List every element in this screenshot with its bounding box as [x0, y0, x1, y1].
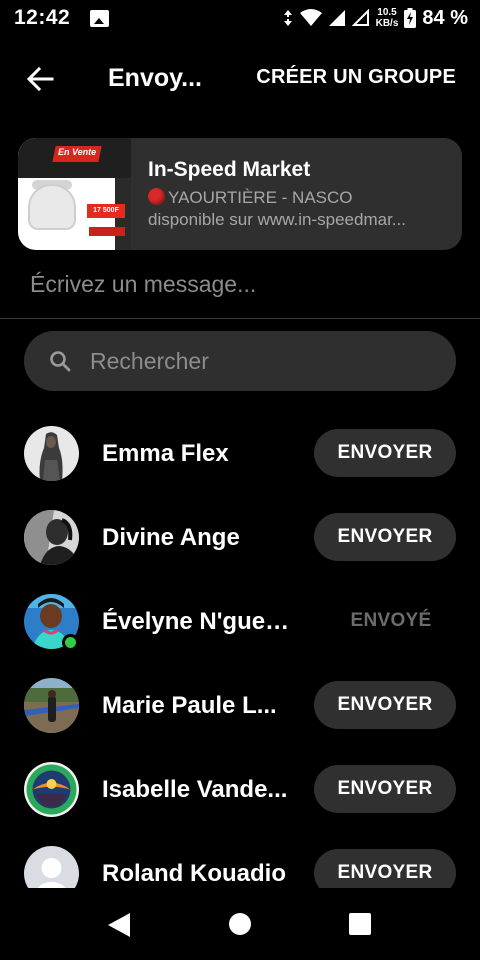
status-time: 12:42: [14, 6, 71, 29]
system-navigation-bar: [0, 888, 480, 960]
contact-name: Roland Kouadio: [102, 860, 286, 887]
data-arrows-icon: [283, 10, 292, 26]
sent-status: ENVOYÉ: [350, 610, 432, 631]
contact-name: Marie Paule L...: [102, 692, 277, 719]
header: Envoy... CRÉER UN GROUPE: [0, 50, 480, 108]
shared-post-thumbnail: En Vente 17 500F: [18, 138, 131, 250]
signal-empty-icon: [351, 9, 369, 26]
contact-row: Roland Kouadio ENVOYER: [0, 832, 480, 888]
avatar[interactable]: [24, 426, 79, 481]
contact-row: Divine Ange ENVOYER: [0, 496, 480, 580]
send-button[interactable]: ENVOYER: [314, 429, 456, 477]
gallery-notification-icon: [90, 9, 110, 27]
contact-row: Isabelle Vande... ENVOYER: [0, 748, 480, 832]
contact-name: Emma Flex: [102, 440, 229, 467]
thumbnail-price: 17 500F: [87, 204, 125, 218]
contact-name: Divine Ange: [102, 524, 240, 551]
search-icon: [50, 351, 71, 372]
send-button[interactable]: ENVOYER: [314, 513, 456, 561]
battery-percent: 84 %: [422, 6, 468, 29]
wifi-icon: [299, 9, 322, 26]
avatar[interactable]: [24, 678, 79, 733]
network-speed-unit: KB/s: [375, 18, 399, 29]
shared-post-preview: En Vente 17 500F In-Speed Market YAOURTI…: [18, 138, 462, 250]
thumbnail-product: [28, 184, 76, 230]
shared-post-info: In-Speed Market YAOURTIÈRE - NASCO dispo…: [131, 138, 462, 250]
signal-icon: [328, 10, 345, 26]
network-speed: 10.5 KB/s: [376, 7, 399, 29]
red-circle-icon: [148, 188, 165, 205]
contact-row: Marie Paule L... ENVOYER: [0, 664, 480, 748]
nav-home-icon[interactable]: [229, 913, 251, 935]
contact-list: Emma Flex ENVOYER Divine Ange ENVOYER Év…: [0, 412, 480, 888]
avatar[interactable]: [24, 846, 79, 888]
contact-name: Isabelle Vande...: [102, 776, 288, 803]
search-input[interactable]: [90, 347, 456, 375]
status-bar: 12:42 10.5 KB/s 84 %: [0, 0, 480, 36]
shared-post-subtitle-line: YAOURTIÈRE - NASCO: [148, 187, 462, 209]
online-status-indicator: [62, 634, 79, 651]
shared-post-description: disponible sur www.in-speedmar...: [148, 210, 406, 229]
contact-row: Emma Flex ENVOYER: [0, 412, 480, 496]
back-arrow-icon[interactable]: [22, 64, 62, 94]
avatar[interactable]: [24, 762, 79, 817]
send-button[interactable]: ENVOYER: [314, 681, 456, 729]
search-bar[interactable]: [24, 331, 456, 391]
nav-back-icon[interactable]: [106, 912, 132, 938]
message-input[interactable]: [30, 266, 450, 302]
page-title: Envoy...: [108, 64, 203, 92]
status-indicators: 10.5 KB/s 84 %: [282, 7, 468, 30]
nav-recent-apps-icon[interactable]: [349, 913, 371, 935]
shared-post-title: In-Speed Market: [148, 158, 311, 181]
send-button[interactable]: ENVOYER: [314, 849, 456, 888]
create-group-button[interactable]: CRÉER UN GROUPE: [256, 66, 456, 89]
shared-post-subtitle: YAOURTIÈRE - NASCO: [168, 188, 353, 207]
network-speed-value: 10.5: [377, 7, 397, 18]
send-button[interactable]: ENVOYER: [314, 765, 456, 813]
avatar[interactable]: [24, 510, 79, 565]
thumbnail-cashback-tag: [89, 227, 125, 236]
thumbnail-sale-text: En Vente: [58, 147, 97, 157]
divider: [0, 318, 480, 319]
contact-name: Évelyne N'gues...: [102, 608, 298, 635]
battery-charging-icon: [404, 8, 417, 28]
contact-row: Évelyne N'gues... ENVOYÉ: [0, 580, 480, 664]
